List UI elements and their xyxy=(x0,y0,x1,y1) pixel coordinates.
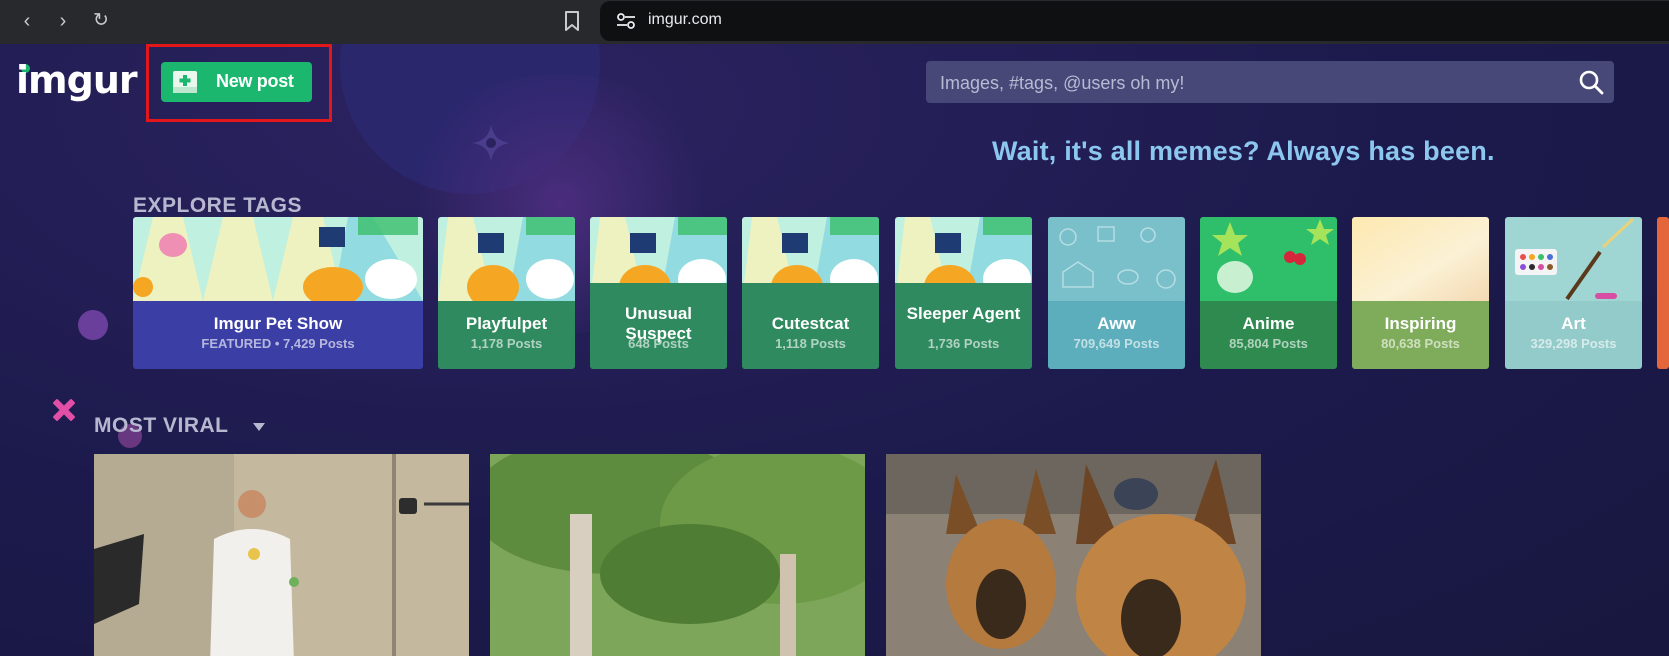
tag-footer xyxy=(1505,301,1642,369)
tag-card-aww[interactable]: Aww 709,649 Posts xyxy=(1048,217,1185,369)
new-post-label: New post xyxy=(216,71,294,91)
most-viral-title[interactable]: MOST VIRAL xyxy=(94,414,229,438)
tag-card-playfulpet[interactable]: Playfulpet 1,178 Posts xyxy=(438,217,575,369)
tag-card-sleeper-agent[interactable]: Sleeper Agent 1,736 Posts xyxy=(895,217,1032,369)
tag-card-anime[interactable]: Anime 85,804 Posts xyxy=(1200,217,1337,369)
tagline: Wait, it's all memes? Always has been. xyxy=(992,136,1495,166)
imgur-logo[interactable]: imgur xyxy=(16,58,138,102)
two-german-shepherds-photo-icon xyxy=(886,454,1261,656)
pet-show-illustration-icon xyxy=(438,217,575,301)
tag-card-cutestcat[interactable]: Cutestcat 1,118 Posts xyxy=(742,217,879,369)
bookmark-icon[interactable] xyxy=(560,8,584,34)
tag-name: Aww xyxy=(1097,314,1136,333)
forward-button[interactable]: › xyxy=(50,8,76,34)
tag-name: Anime xyxy=(1242,314,1295,333)
tag-post-count: 1,178 Posts xyxy=(470,336,543,351)
tag-post-count: 80,638 Posts xyxy=(1381,336,1460,351)
green-tree-photo-icon xyxy=(490,454,865,656)
anime-stars-pattern-icon xyxy=(1200,217,1337,301)
tag-card-inspiring[interactable]: Inspiring 80,638 Posts xyxy=(1352,217,1489,369)
sunrise-gradient-icon xyxy=(1352,217,1489,301)
pet-doodle-pattern-icon xyxy=(1048,217,1185,301)
chevron-down-icon[interactable] xyxy=(252,422,266,432)
tag-footer xyxy=(133,301,423,369)
tag-name: Cutestcat xyxy=(771,314,850,333)
tag-post-count: FEATURED • 7,429 Posts xyxy=(201,336,355,351)
imgur-page: imgur New post Wait, it's all memes? Alw… xyxy=(0,44,1669,656)
tag-post-count: 329,298 Posts xyxy=(1530,336,1617,351)
tag-card-imgur-pet-show[interactable]: Imgur Pet Show FEATURED • 7,429 Posts xyxy=(133,217,423,369)
browser-toolbar: ‹ › ↻ imgur.com xyxy=(0,0,1669,44)
man-juggling-photo-icon xyxy=(94,454,469,656)
new-post-button[interactable]: New post xyxy=(161,62,312,102)
site-settings-icon[interactable] xyxy=(616,12,636,30)
decoration-dot xyxy=(78,310,108,340)
tag-name: Art xyxy=(1561,314,1586,333)
tag-post-count: 709,649 Posts xyxy=(1073,336,1160,351)
tag-card-art[interactable]: Art 329,298 Posts xyxy=(1505,217,1642,369)
tag-name: Inspiring xyxy=(1384,314,1457,333)
tag-footer xyxy=(895,283,1032,369)
x-decoration-icon xyxy=(53,399,75,421)
tag-name: Sleeper Agent xyxy=(906,304,1021,323)
tag-post-count: 85,804 Posts xyxy=(1229,336,1308,351)
address-bar[interactable]: imgur.com xyxy=(600,1,1669,41)
reload-button[interactable]: ↻ xyxy=(88,8,114,34)
tag-card-partial[interactable] xyxy=(1657,217,1669,369)
url-text[interactable]: imgur.com xyxy=(648,11,722,29)
back-button[interactable]: ‹ xyxy=(14,8,40,34)
viral-post-card[interactable] xyxy=(490,454,865,656)
tag-name: Imgur Pet Show xyxy=(213,314,343,333)
sparkle-decoration-icon xyxy=(472,124,510,162)
tag-card-unusual-suspect[interactable]: Unusual Suspect 648 Posts xyxy=(590,217,727,369)
tag-footer xyxy=(438,301,575,369)
tag-post-count: 1,118 Posts xyxy=(775,336,846,351)
tag-footer xyxy=(1200,301,1337,369)
search-input[interactable] xyxy=(938,61,1542,105)
tag-name: Playfulpet xyxy=(465,314,548,333)
viral-post-card[interactable] xyxy=(94,454,469,656)
viral-post-card[interactable] xyxy=(886,454,1261,656)
new-post-plus-icon xyxy=(173,71,197,93)
search-icon[interactable] xyxy=(1578,69,1604,95)
tag-footer xyxy=(1048,301,1185,369)
tag-post-count: 1,736 Posts xyxy=(927,336,1000,351)
explore-tags-title: EXPLORE TAGS xyxy=(133,194,302,217)
pet-show-illustration-icon xyxy=(133,217,423,301)
search-bar[interactable] xyxy=(926,61,1614,105)
tag-footer xyxy=(1352,301,1489,369)
tag-post-count: 648 Posts xyxy=(628,336,689,351)
explore-tags-row: Imgur Pet Show FEATURED • 7,429 Posts Pl… xyxy=(133,217,1669,369)
paint-palette-icon xyxy=(1505,217,1642,301)
